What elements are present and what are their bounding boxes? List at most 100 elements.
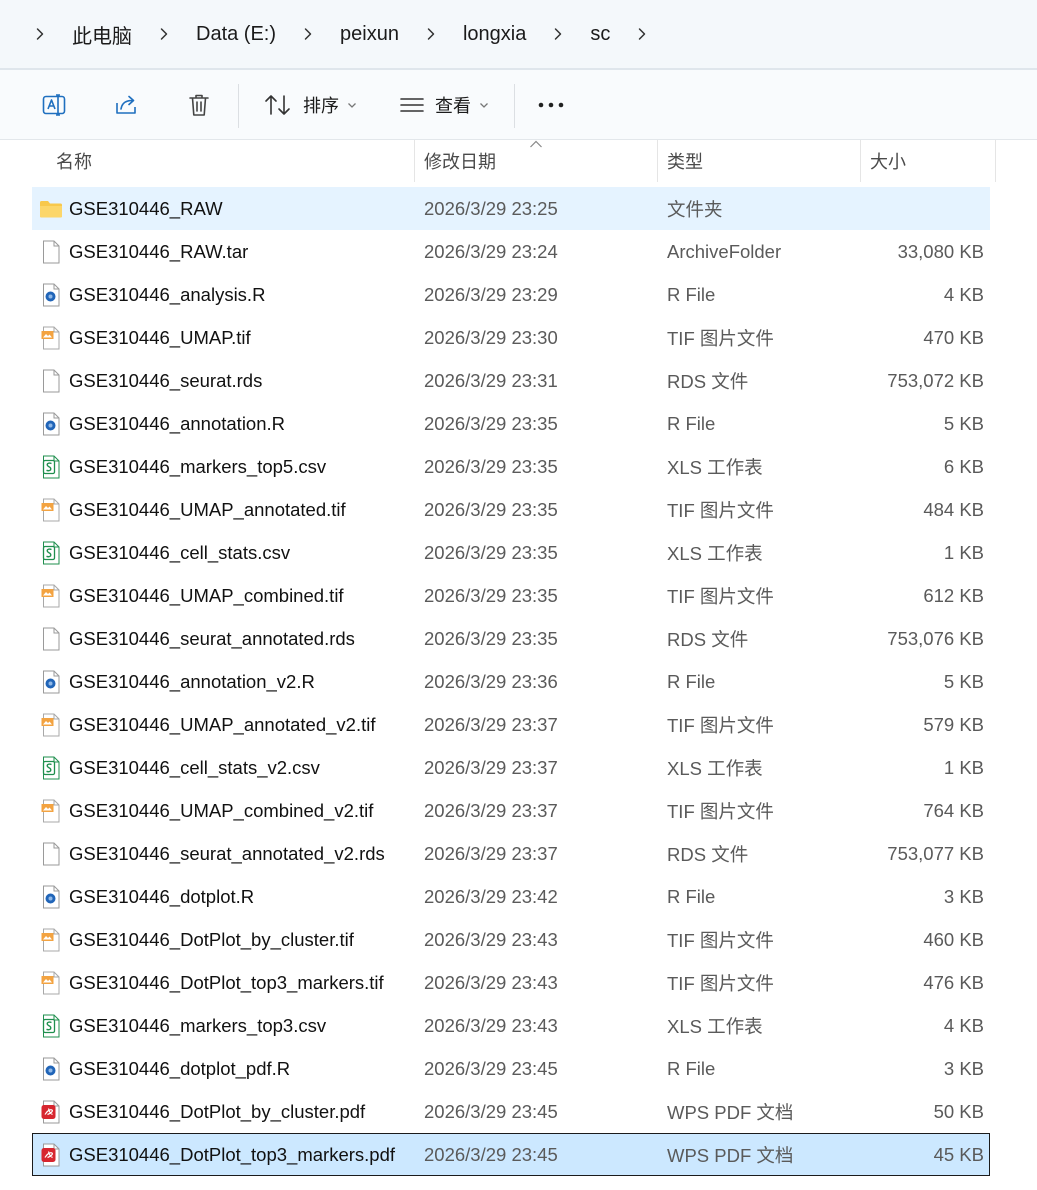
breadcrumb-item[interactable]: peixun: [334, 19, 405, 50]
file-row[interactable]: GSE310446_UMAP.tif 2026/3/29 23:30 TIF 图片文…: [32, 316, 990, 359]
file-row[interactable]: GSE310446_markers_top5.csv 2026/3/29 23:3…: [32, 445, 990, 488]
r-file-icon: [39, 1057, 63, 1081]
more-icon: [538, 102, 564, 108]
file-name: GSE310446_cell_stats.csv: [69, 541, 291, 563]
file-size: 50 KB: [933, 1100, 984, 1122]
file-date: 2026/3/29 23:45: [424, 1100, 558, 1122]
file-name: GSE310446_DotPlot_by_cluster.tif: [69, 928, 354, 950]
chevron-right-icon[interactable]: [22, 19, 58, 49]
file-name-cell[interactable]: GSE310446_markers_top3.csv: [39, 1005, 326, 1046]
file-row[interactable]: GSE310446_RAW 2026/3/29 23:25 文件夹: [32, 187, 990, 230]
file-type: RDS 文件: [667, 628, 749, 650]
file-name-cell[interactable]: GSE310446_seurat_annotated.rds: [39, 618, 355, 659]
file-name-cell[interactable]: GSE310446_DotPlot_by_cluster.tif: [39, 919, 354, 960]
file-name-cell[interactable]: GSE310446_dotplot.R: [39, 876, 254, 917]
file-name-cell[interactable]: GSE310446_markers_top5.csv: [39, 446, 326, 487]
file-name-cell[interactable]: GSE310446_DotPlot_by_cluster.pdf: [39, 1091, 365, 1132]
list-view-icon: [400, 98, 424, 112]
chevron-right-icon[interactable]: [540, 19, 576, 49]
chevron-right-icon[interactable]: [146, 19, 182, 49]
pdf-file-icon: [39, 1143, 63, 1167]
file-name: GSE310446_dotplot_pdf.R: [69, 1057, 291, 1079]
column-divider[interactable]: [995, 140, 996, 182]
file-name-cell[interactable]: GSE310446_RAW.tar: [39, 231, 248, 272]
file-row[interactable]: GSE310446_RAW.tar 2026/3/29 23:24 ArchiveF…: [32, 230, 990, 273]
file-name: GSE310446_UMAP_annotated.tif: [69, 498, 346, 520]
file-name-cell[interactable]: GSE310446_UMAP.tif: [39, 317, 251, 358]
file-row[interactable]: GSE310446_annotation_v2.R 2026/3/29 23:36…: [32, 660, 990, 703]
chevron-right-icon[interactable]: [624, 19, 660, 49]
file-row[interactable]: GSE310446_seurat_annotated_v2.rds 2026/3/…: [32, 832, 990, 875]
file-size: 45 KB: [933, 1143, 984, 1165]
image-file-icon: [39, 713, 63, 737]
file-date: 2026/3/29 23:35: [424, 627, 558, 649]
file-row[interactable]: GSE310446_UMAP_combined.tif 2026/3/29 23:…: [32, 574, 990, 617]
file-size: 764 KB: [923, 799, 984, 821]
file-row[interactable]: GSE310446_markers_top3.csv 2026/3/29 23:4…: [32, 1004, 990, 1047]
sort-button[interactable]: 排序: [256, 85, 364, 125]
file-size: 579 KB: [923, 713, 984, 735]
file-name-cell[interactable]: GSE310446_UMAP_annotated.tif: [39, 489, 346, 530]
file-name-cell[interactable]: GSE310446_seurat_annotated_v2.rds: [39, 833, 385, 874]
file-date: 2026/3/29 23:42: [424, 885, 558, 907]
file-name-cell[interactable]: GSE310446_annotation.R: [39, 403, 285, 444]
file-name-cell[interactable]: GSE310446_DotPlot_top3_markers.tif: [39, 962, 384, 1003]
file-name-cell[interactable]: GSE310446_cell_stats_v2.csv: [39, 747, 320, 788]
file-name-cell[interactable]: GSE310446_cell_stats.csv: [39, 532, 290, 573]
breadcrumb-item[interactable]: sc: [584, 19, 616, 50]
file-name-cell[interactable]: GSE310446_UMAP_combined_v2.tif: [39, 790, 373, 831]
column-header-name[interactable]: 名称: [47, 140, 414, 182]
chevron-right-icon[interactable]: [290, 19, 326, 49]
file-row[interactable]: GSE310446_annotation.R 2026/3/29 23:35 R F…: [32, 402, 990, 445]
file-row[interactable]: GSE310446_seurat_annotated.rds 2026/3/29 …: [32, 617, 990, 660]
file-row[interactable]: GSE310446_DotPlot_top3_markers.tif 2026/3…: [32, 961, 990, 1004]
file-row[interactable]: GSE310446_UMAP_combined_v2.tif 2026/3/29 …: [32, 789, 990, 832]
column-header-type[interactable]: 类型: [658, 140, 860, 182]
file-name-cell[interactable]: GSE310446_DotPlot_top3_markers.pdf: [39, 1134, 395, 1175]
image-file-icon: [39, 971, 63, 995]
breadcrumb-item[interactable]: longxia: [457, 19, 532, 50]
address-bar[interactable]: 此电脑 Data (E:) peixun longxia sc: [0, 0, 1037, 68]
file-name-cell[interactable]: GSE310446_dotplot_pdf.R: [39, 1048, 290, 1089]
file-date: 2026/3/29 23:29: [424, 283, 558, 305]
file-name-cell[interactable]: GSE310446_annotation_v2.R: [39, 661, 315, 702]
breadcrumb-item[interactable]: Data (E:): [190, 19, 282, 50]
file-name: GSE310446_RAW: [69, 197, 223, 219]
file-row[interactable]: GSE310446_seurat.rds 2026/3/29 23:31 RDS 文…: [32, 359, 990, 402]
more-options-button[interactable]: [528, 85, 574, 125]
trash-icon: [189, 94, 209, 116]
file-name-cell[interactable]: GSE310446_UMAP_combined.tif: [39, 575, 344, 616]
file-name: GSE310446_UMAP_combined_v2.tif: [69, 799, 374, 821]
file-name-cell[interactable]: GSE310446_UMAP_annotated_v2.tif: [39, 704, 376, 745]
file-name-cell[interactable]: GSE310446_seurat.rds: [39, 360, 262, 401]
column-header-size[interactable]: 大小: [861, 140, 995, 182]
file-name-cell[interactable]: GSE310446_RAW: [39, 188, 223, 229]
share-button[interactable]: [106, 85, 148, 125]
file-row[interactable]: GSE310446_analysis.R 2026/3/29 23:29 R Fil…: [32, 273, 990, 316]
file-row[interactable]: GSE310446_DotPlot_top3_markers.pdf 2026/3…: [32, 1133, 990, 1176]
view-label: 查看: [435, 96, 471, 116]
rename-button[interactable]: [34, 85, 76, 125]
file-name: GSE310446_DotPlot_top3_markers.pdf: [69, 1143, 396, 1165]
file-name: GSE310446_UMAP.tif: [69, 326, 251, 348]
file-name-cell[interactable]: GSE310446_analysis.R: [39, 274, 265, 315]
spreadsheet-file-icon: [39, 756, 63, 780]
file-row[interactable]: GSE310446_UMAP_annotated.tif 2026/3/29 23…: [32, 488, 990, 531]
view-button[interactable]: 查看: [390, 85, 498, 125]
file-row[interactable]: GSE310446_cell_stats.csv 2026/3/29 23:35 X…: [32, 531, 990, 574]
file-row[interactable]: GSE310446_dotplot_pdf.R 2026/3/29 23:45 R …: [32, 1047, 990, 1090]
file-row[interactable]: GSE310446_DotPlot_by_cluster.pdf 2026/3/2…: [32, 1090, 990, 1133]
file-type: ArchiveFolder: [667, 240, 782, 262]
file-row[interactable]: GSE310446_dotplot.R 2026/3/29 23:42 R File…: [32, 875, 990, 918]
file-size: 4 KB: [943, 283, 984, 305]
file-name: GSE310446_annotation_v2.R: [69, 670, 315, 692]
file-row[interactable]: GSE310446_DotPlot_by_cluster.tif 2026/3/2…: [32, 918, 990, 961]
file-name: GSE310446_seurat.rds: [69, 369, 263, 391]
file-size: 476 KB: [923, 971, 984, 993]
file-row[interactable]: GSE310446_UMAP_annotated_v2.tif 2026/3/29…: [32, 703, 990, 746]
breadcrumb-item[interactable]: 此电脑: [66, 16, 138, 53]
file-row[interactable]: GSE310446_cell_stats_v2.csv 2026/3/29 23:…: [32, 746, 990, 789]
file-date: 2026/3/29 23:45: [424, 1057, 558, 1079]
chevron-right-icon[interactable]: [413, 19, 449, 49]
delete-button[interactable]: [178, 85, 220, 125]
